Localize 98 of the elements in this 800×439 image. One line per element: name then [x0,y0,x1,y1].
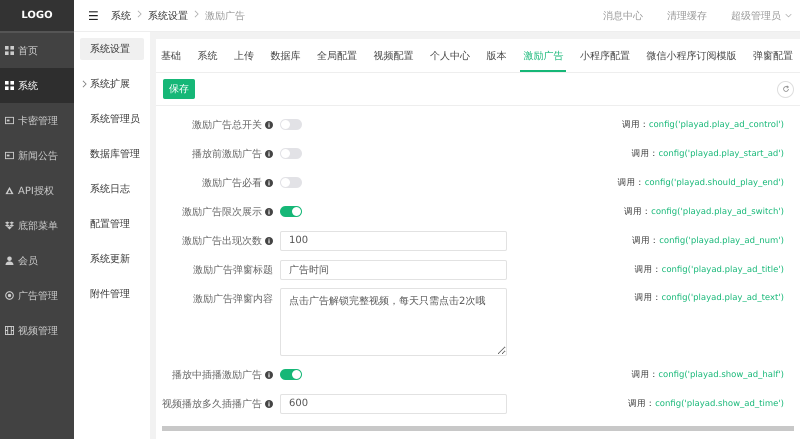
usage-label: 调用： [628,398,656,408]
sidebar-item[interactable]: 卡密管理 [0,103,74,138]
sidebar-label: API授权 [18,184,54,198]
usage-label: 调用： [634,293,662,303]
subnav-label: 配置管理 [90,218,130,231]
field-label: 视频播放多久插播广告 [162,398,262,410]
tab[interactable]: 上传 [231,39,258,72]
grid-icon [5,81,14,90]
sidebar-item[interactable]: 系统 [0,68,74,103]
config-call: config('playad.play_ad_text') [662,293,784,303]
tab[interactable]: 系统 [194,39,221,72]
config-call: config('playad.play_ad_switch') [651,206,784,216]
triangle-icon [5,186,14,195]
subnav-label: 系统更新 [90,252,130,266]
toggle-switch[interactable] [280,206,302,217]
film-icon [5,326,14,335]
subnav-item[interactable]: 系统管理员 [80,108,144,130]
boxes-icon [5,221,14,230]
subnav-item[interactable]: 系统更新 [80,248,144,270]
field-label: 激励广告弹窗内容 [193,292,273,306]
refresh-icon[interactable] [777,80,794,98]
caret-icon [785,13,792,18]
tab[interactable]: 视频配置 [370,39,417,72]
config-call: config('playad.play_ad_title') [662,264,784,274]
sidebar-item[interactable]: 会员 [0,243,74,278]
sidebar-item[interactable]: 广告管理 [0,278,74,313]
field-label: 激励广告限次展示 [182,206,262,218]
logo: LOGO [0,0,74,33]
field-label: 播放前激励广告 [192,148,262,160]
subnav-label: 系统设置 [90,42,130,56]
subnav-label: 附件管理 [90,288,130,301]
config-call: config('playad.should_play_end') [644,178,784,188]
usage-label: 调用： [618,178,645,188]
usage-label: 调用： [624,206,652,216]
scrollbar[interactable] [162,426,794,431]
toggle-switch[interactable] [280,368,302,380]
sidebar-item[interactable]: 新闻公告 [0,138,74,173]
sidebar-item[interactable]: 视频管理 [0,313,74,348]
card-icon [5,116,14,125]
sidebar-label: 广告管理 [18,290,58,302]
card-icon [5,151,14,160]
field-label: 激励广告必看 [202,176,262,190]
subnav-item[interactable]: 系统设置 [80,38,144,60]
usage-label: 调用： [622,120,649,130]
sidebar-label: 视频管理 [18,324,58,338]
subnav-item[interactable]: 系统扩展 [80,73,144,95]
sidebar-label: 系统 [18,80,38,92]
chevron-icon [82,80,87,88]
toggle-switch[interactable] [280,148,302,159]
grid-icon [5,46,14,55]
tab[interactable]: 小程序配置 [576,39,633,72]
sidebar-label: 首页 [18,44,38,58]
sidebar-label: 会员 [18,254,38,268]
usage-label: 调用： [631,148,658,158]
subnav-item[interactable]: 系统日志 [80,178,144,200]
sidebar-item[interactable]: 首页 [0,33,74,68]
user-icon [5,256,14,265]
sidebar-label: 卡密管理 [18,114,58,128]
config-call: config('playad.play_start_ad') [658,148,784,158]
config-call: config('playad.show_ad_half') [658,370,784,380]
target-icon [5,291,14,300]
field-label: 播放中插播激励广告 [172,368,262,382]
subnav-label: 数据库管理 [90,148,140,161]
text-area[interactable]: 点击广告解锁完整视频，每天只需点击2次哦 [280,288,507,356]
toggle-switch[interactable] [280,118,302,130]
usage-label: 调用： [634,264,662,274]
tab[interactable]: 微信小程序订阅模版 [643,39,740,72]
config-call: config('playad.play_ad_control') [648,120,784,130]
menu-icon[interactable]: ☰ [88,8,99,22]
breadcrumb-link[interactable]: 系统 [110,8,131,22]
tab[interactable]: 个人中心 [427,39,474,72]
tab[interactable]: 基础 [158,39,184,72]
subnav-item[interactable]: 数据库管理 [80,143,144,165]
tab[interactable]: 全局配置 [314,39,360,72]
usage-label: 调用： [631,370,658,380]
sidebar-label: 底部菜单 [18,220,58,232]
tab[interactable]: 版本 [484,39,510,72]
field-label: 激励广告弹窗标题 [193,264,273,276]
config-call: config('playad.show_ad_time') [655,398,784,408]
field-label: 激励广告总开关 [192,118,262,132]
input-field[interactable]: 广告时间 [280,260,507,280]
tab[interactable]: 弹窗配置 [750,39,796,72]
sidebar-item[interactable]: API授权 [0,173,74,208]
sidebar-item[interactable]: 底部菜单 [0,208,74,243]
tab[interactable]: 数据库 [268,39,304,72]
field-label: 激励广告出现次数 [182,234,262,248]
input-field[interactable]: 600 [280,394,507,414]
breadcrumb-link[interactable]: 系统设置 [148,8,188,22]
config-call: config('playad.play_ad_num') [659,236,784,246]
subnav-label: 系统扩展 [90,78,130,91]
sidebar-label: 新闻公告 [18,150,58,162]
subnav-label: 系统管理员 [90,112,140,126]
input-field[interactable]: 100 [280,230,507,250]
subnav-item[interactable]: 配置管理 [80,213,144,235]
usage-label: 调用： [632,236,660,246]
subnav-item[interactable]: 附件管理 [80,283,144,305]
subnav-label: 系统日志 [90,182,130,196]
toggle-switch[interactable] [280,176,302,188]
